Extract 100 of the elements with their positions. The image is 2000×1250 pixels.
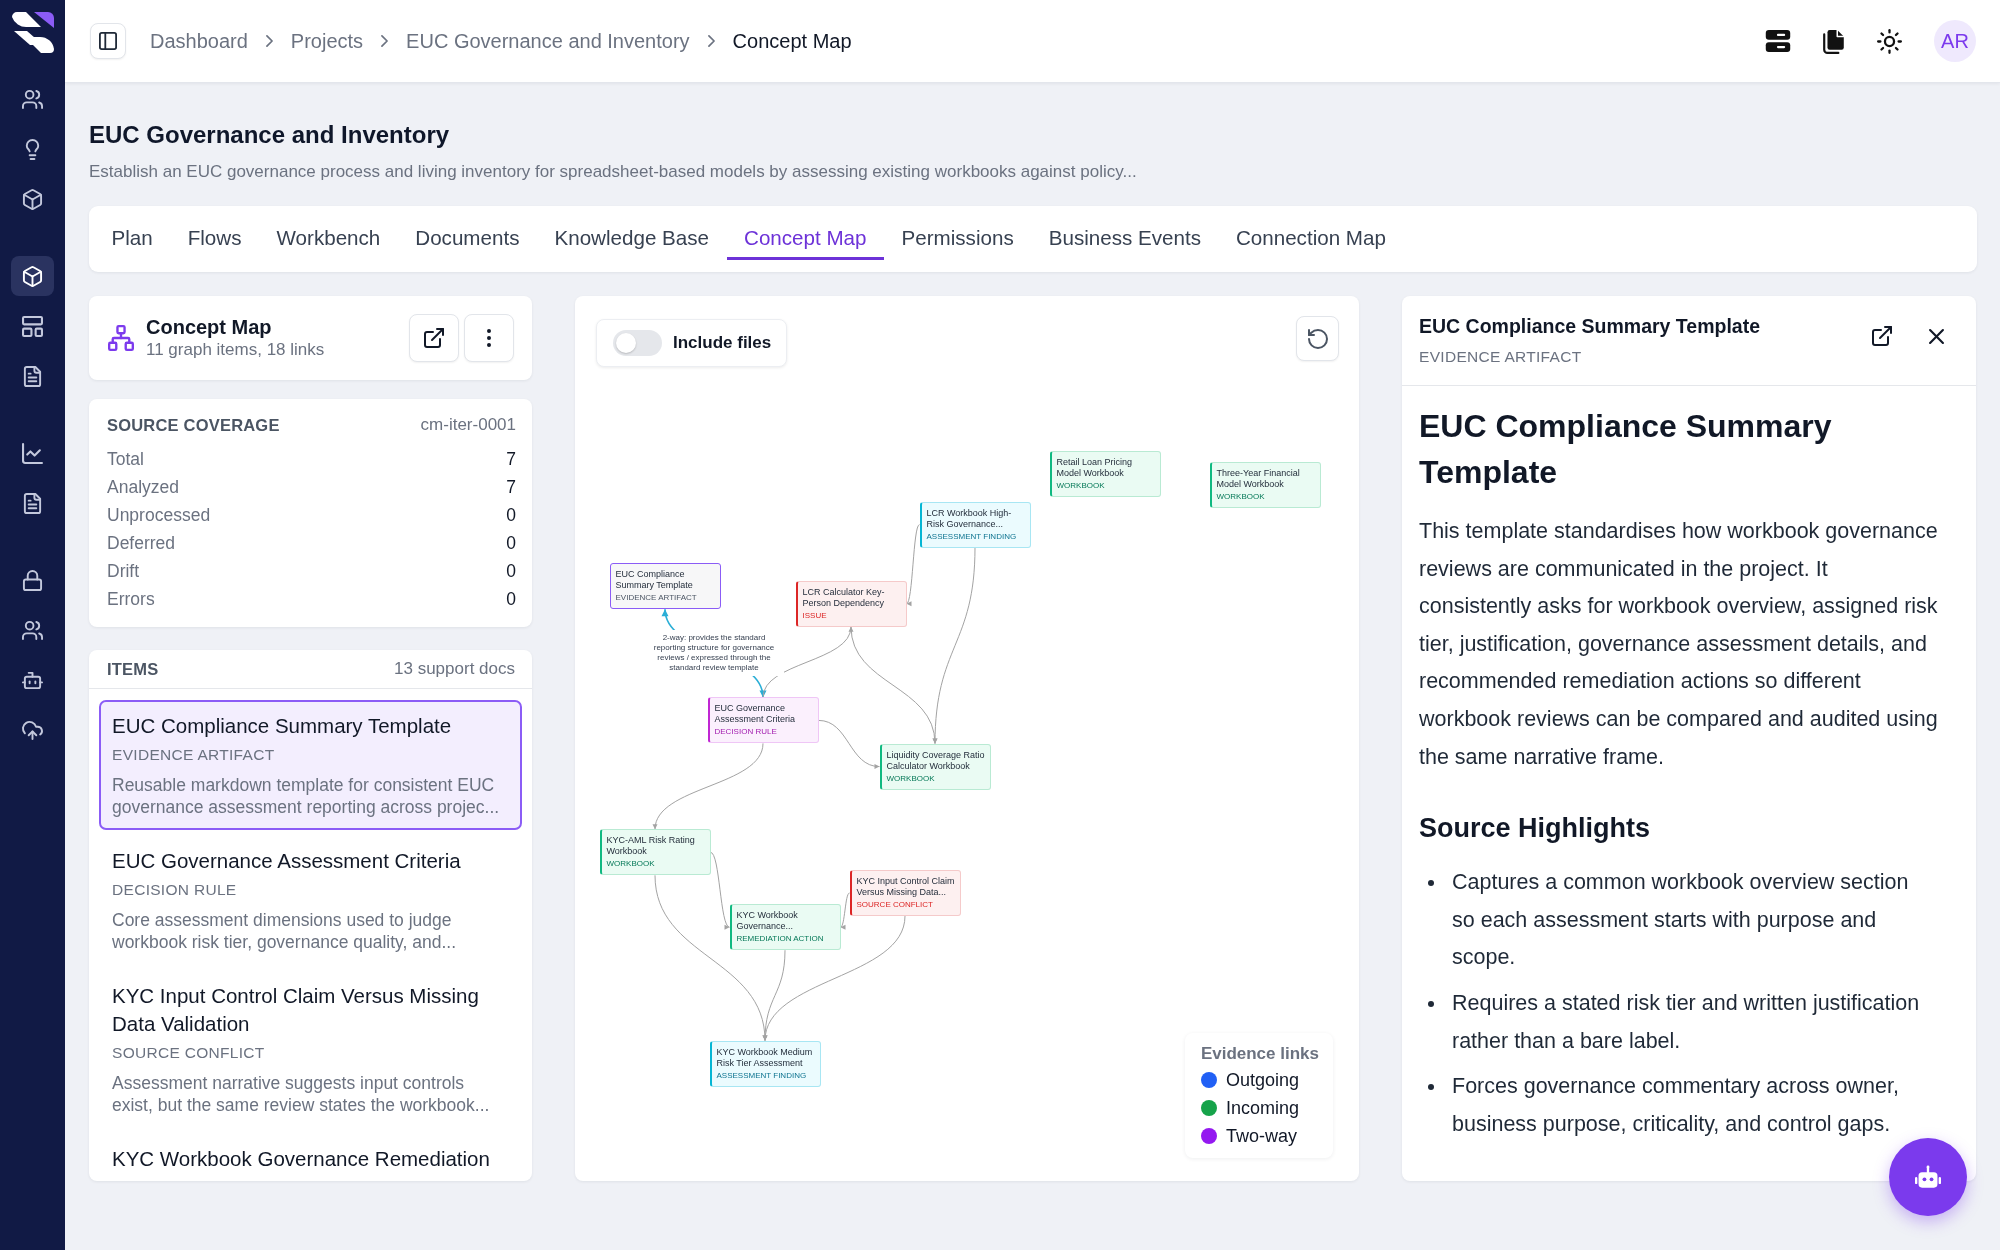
breadcrumb-link[interactable]: EUC Governance and Inventory <box>406 28 690 54</box>
item-title: EUC Compliance Summary Template <box>112 713 453 739</box>
toggle-switch[interactable] <box>613 330 662 356</box>
external-link-icon[interactable] <box>1872 326 1892 346</box>
list-item[interactable]: EUC Governance Assessment Criteria DECISION RULE Core assessment dimensions used to judge workbook risk tier, governance quality, and... <box>99 835 522 965</box>
section-heading: Source Highlights <box>1419 812 1652 846</box>
graph-node[interactable]: KYC Workbook Medium Risk Tier Assessment ASSESSMENT FINDING <box>709 1040 821 1087</box>
node-type: REMEDIATION ACTION <box>736 934 825 945</box>
graph-node[interactable]: LCR Workbook High-Risk Governance... ASSESSMENT FINDING <box>919 501 1031 548</box>
item-description: Assessment narrative suggests input controls exist, but the same review states the workbook... <box>112 1072 491 1116</box>
graph-node[interactable]: KYC Workbook Governance... REMEDIATION ACTION <box>729 904 841 951</box>
cube-icon <box>22 265 43 287</box>
tab[interactable]: Documents <box>397 212 537 260</box>
list-item[interactable]: KYC Input Control Claim Versus Missing Data Validation SOURCE CONFLICT Assessment narrative suggests input controls exist, but the same review states the workbook... <box>99 970 522 1128</box>
graph-node[interactable]: Liquidity Coverage Ratio Calculator Workbook WORKBOOK <box>879 743 991 790</box>
reset-view-button[interactable] <box>1296 316 1339 361</box>
graph-node[interactable]: Three-Year Financial Model Workbook WORKBOOK <box>1209 462 1321 508</box>
node-type: WORKBOOK <box>886 773 936 784</box>
user-avatar[interactable]: AR <box>1934 20 1976 62</box>
graph-node[interactable]: Retail Loan Pricing Model Workbook WORKBOOK <box>1049 451 1161 497</box>
node-title: EUC Compliance Summary Template <box>615 569 694 592</box>
chevron-icon <box>265 35 273 47</box>
bullet-icon <box>1428 880 1434 887</box>
node-title: KYC Workbook Governance... <box>736 910 799 933</box>
project-title: EUC Governance and Inventory <box>89 120 451 150</box>
coverage-label: Deferred <box>107 532 176 555</box>
coverage-label: Unprocessed <box>107 504 211 527</box>
graph-node[interactable]: KYC Input Control Claim Versus Missing Data... SOURCE CONFLICT <box>849 870 961 916</box>
detail-heading: EUC Compliance Summary Template <box>1419 407 1833 492</box>
bullet-icon <box>1428 1000 1434 1007</box>
legend-label: Outgoing <box>1225 1069 1299 1091</box>
tab[interactable]: Connection Map <box>1218 212 1404 260</box>
node-title: LCR Workbook High-Risk Governance... <box>926 507 1013 530</box>
node-title: Retail Loan Pricing Model Workbook <box>1056 457 1134 479</box>
legend-title: Evidence links <box>1200 1043 1319 1065</box>
tab[interactable]: Business Events <box>1031 212 1219 260</box>
document-icon[interactable] <box>22 492 43 514</box>
coverage-label: Analyzed <box>107 476 179 499</box>
rotate-left-icon <box>1307 328 1328 349</box>
detail-paragraph: This template standardises how workbook governance reviews are communicated in the project. It consistently asks for workbook overview, assigned risk tier, justification, governance assessment details, and recommended remediation actions so different workbook reviews can be compared and audited using the same narrative frame. <box>1419 518 1939 771</box>
close-icon[interactable] <box>1929 328 1944 344</box>
list-item[interactable]: KYC Workbook Governance Remediation <box>99 1133 522 1181</box>
coverage-label: Errors <box>107 588 155 611</box>
breadcrumb-current: Concept Map <box>732 29 852 54</box>
list-item[interactable]: EUC Compliance Summary Template EVIDENCE ARTIFACT Reusable markdown template for consistent EUC governance assessment reporting across projec... <box>99 700 522 830</box>
items-count: 13 support docs <box>394 659 515 679</box>
external-link-icon <box>424 328 444 348</box>
breadcrumb-link[interactable]: Projects <box>290 28 364 54</box>
graph-node[interactable]: EUC Governance Assessment Criteria DECISION RULE <box>707 697 819 744</box>
graph-node[interactable]: EUC Compliance Summary Template EVIDENCE ARTIFACT <box>609 563 721 610</box>
node-title: Liquidity Coverage Ratio Calculator Workbook <box>886 749 986 772</box>
tab[interactable]: Plan <box>94 212 171 260</box>
item-title: KYC Input Control Claim Versus Missing Data Validation <box>112 983 480 1037</box>
server-icon[interactable] <box>1765 30 1791 52</box>
node-type: EVIDENCE ARTIFACT <box>615 593 698 604</box>
graph-node[interactable]: LCR Calculator Key-Person Dependency ISSUE <box>795 580 907 627</box>
item-type: SOURCE CONFLICT <box>112 1043 266 1063</box>
layout-icon[interactable] <box>22 315 43 337</box>
breadcrumb-link[interactable]: Dashboard <box>150 28 248 54</box>
map-title: Concept Map <box>146 315 273 339</box>
tab[interactable]: Permissions <box>884 212 1032 260</box>
node-type: ISSUE <box>802 610 828 621</box>
assistant-button[interactable] <box>1889 1138 1967 1216</box>
tab[interactable]: Concept Map <box>726 212 885 260</box>
coverage-label: Total <box>107 448 144 471</box>
node-title: EUC Governance Assessment Criteria <box>714 703 797 726</box>
logo-icon[interactable] <box>9 10 56 54</box>
node-title: LCR Calculator Key-Person Dependency <box>802 586 886 609</box>
chevron-icon <box>707 35 715 47</box>
tab[interactable]: Flows <box>170 212 259 260</box>
node-type: SOURCE CONFLICT <box>856 900 934 910</box>
node-type: ASSESSMENT FINDING <box>716 1070 808 1081</box>
tab[interactable]: Workbench <box>259 212 398 260</box>
users-icon[interactable] <box>22 88 43 110</box>
users-icon[interactable] <box>22 619 43 641</box>
sidebar-icon <box>99 32 117 50</box>
item-type: EVIDENCE ARTIFACT <box>112 745 276 765</box>
bullet-text: Forces governance commentary across owner, business purpose, criticality, and control gaps. <box>1452 1073 1900 1138</box>
sidebar-toggle-button[interactable] <box>90 23 126 59</box>
line-chart-icon[interactable] <box>22 442 43 464</box>
document-icon[interactable] <box>22 365 43 387</box>
graph-node[interactable]: KYC-AML Risk Rating Workbook WORKBOOK <box>599 829 711 876</box>
robot-icon <box>1915 1165 1941 1189</box>
map-subtitle: 11 graph items, 18 links <box>146 339 325 361</box>
nav-item[interactable] <box>11 256 54 296</box>
tab[interactable]: Knowledge Base <box>536 212 727 260</box>
robot-icon[interactable] <box>22 669 43 691</box>
open-external-button[interactable] <box>409 314 459 362</box>
coverage-value: 0 <box>506 532 516 555</box>
node-type: DECISION RULE <box>714 727 778 738</box>
item-description: Reusable markdown template for consistent EUC governance assessment reporting across projec... <box>112 774 501 818</box>
chevron-icon <box>381 35 389 47</box>
sun-icon[interactable] <box>1877 28 1902 54</box>
lock-icon[interactable] <box>22 569 43 591</box>
cube-icon[interactable] <box>22 188 43 210</box>
cloud-upload-icon[interactable] <box>22 719 43 741</box>
item-description: Core assessment dimensions used to judge workbook risk tier, governance quality, and... <box>112 909 458 953</box>
copy-icon[interactable] <box>1823 28 1845 54</box>
node-title: KYC-AML Risk Rating Workbook <box>606 835 696 858</box>
node-type: WORKBOOK <box>606 859 656 870</box>
